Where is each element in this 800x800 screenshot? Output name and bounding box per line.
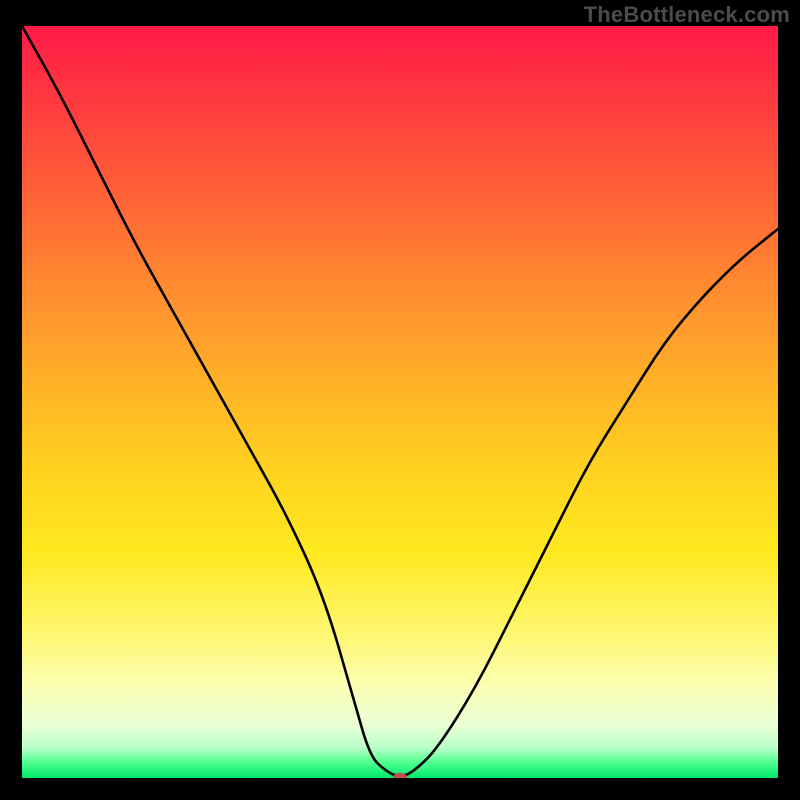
watermark-text: TheBottleneck.com [584, 2, 790, 28]
bottleneck-curve-path [22, 26, 778, 776]
curve-layer [22, 26, 778, 778]
chart-frame: TheBottleneck.com [0, 0, 800, 800]
plot-area [22, 26, 778, 778]
minimum-marker [393, 773, 407, 778]
